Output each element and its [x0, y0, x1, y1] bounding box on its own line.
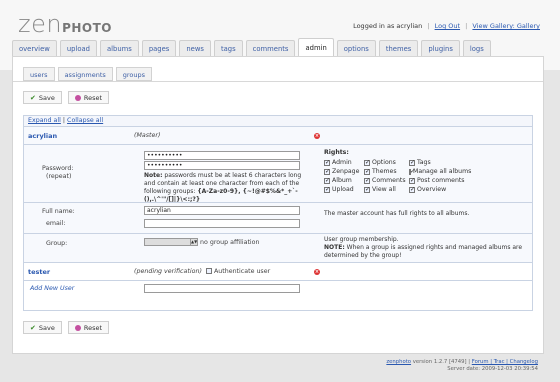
new-user-input[interactable]: [144, 284, 300, 293]
email-input[interactable]: [144, 219, 300, 228]
right-upload[interactable]: Upload: [324, 186, 364, 193]
tab-comments[interactable]: comments: [245, 40, 296, 56]
checkbox[interactable]: [324, 186, 330, 193]
password-input[interactable]: ••••••••••: [144, 151, 300, 160]
checkbox[interactable]: [364, 177, 370, 184]
reset-button-top[interactable]: Reset: [67, 91, 110, 104]
footer-links[interactable]: Forum | Trac | Changelog: [472, 359, 538, 365]
sub-tabs: users assignments groups: [23, 67, 153, 81]
checkbox[interactable]: [409, 177, 415, 184]
user-name[interactable]: acrylian: [28, 132, 57, 140]
subtab-groups[interactable]: groups: [115, 67, 153, 81]
subtab-assignments[interactable]: assignments: [57, 67, 113, 81]
right-manage-albums[interactable]: Manage all albums: [409, 168, 471, 175]
checkbox[interactable]: [364, 159, 370, 166]
subtab-users[interactable]: users: [23, 67, 55, 81]
view-gallery-link[interactable]: View Gallery: Gallery: [472, 22, 540, 30]
expand-all-link[interactable]: Expand all: [28, 117, 61, 124]
user-row-acrylian: acrylian (Master) ×: [24, 126, 532, 144]
right-post-comments[interactable]: Post comments: [409, 177, 469, 184]
user-status: (pending verification) Authenticate user: [134, 268, 271, 275]
group-select[interactable]: ▲▼: [144, 238, 198, 246]
email-label: email:: [46, 220, 66, 227]
top-button-row: ✔ Save Reset: [23, 91, 110, 104]
checkbox[interactable]: [324, 177, 330, 184]
right-overview[interactable]: Overview: [409, 186, 469, 193]
user-row-tester: tester (pending verification) Authentica…: [24, 262, 532, 280]
delete-icon[interactable]: ×: [314, 269, 320, 275]
password-repeat-input[interactable]: ••••••••••: [144, 161, 300, 170]
right-view-all[interactable]: View all: [364, 186, 409, 193]
password-label: Password:: [42, 165, 74, 172]
reset-button-bottom[interactable]: Reset: [67, 321, 110, 334]
add-new-user-label: Add New User: [30, 285, 75, 292]
right-options[interactable]: Options: [364, 159, 409, 166]
tab-upload[interactable]: upload: [59, 40, 97, 56]
right-admin[interactable]: Admin: [324, 159, 364, 166]
logout-link[interactable]: Log Out: [435, 22, 460, 30]
right-zenpage[interactable]: Zenpage: [324, 168, 364, 175]
checkbox[interactable]: [364, 168, 370, 175]
bottom-button-row: ✔ Save Reset: [23, 321, 110, 334]
collapse-all-link[interactable]: Collapse all: [67, 117, 103, 124]
admin-panel: users assignments groups ✔ Save Reset Exp…: [12, 56, 544, 354]
tab-tags[interactable]: tags: [213, 40, 243, 56]
rights-block: Rights: Admin Options Tags Zenpage Theme…: [324, 149, 524, 199]
divider: [13, 81, 543, 82]
right-tags[interactable]: Tags: [409, 159, 469, 166]
right-album[interactable]: Album: [324, 177, 364, 184]
user-name[interactable]: tester: [28, 268, 50, 276]
user-links: Logged in as acrylian | Log Out | View G…: [353, 22, 540, 30]
zenphoto-logo: zenPHOTO: [18, 10, 113, 38]
logged-in-text: Logged in as acrylian: [353, 22, 423, 30]
right-comments[interactable]: Comments: [364, 177, 409, 184]
tab-news[interactable]: news: [179, 40, 211, 56]
checkbox[interactable]: [324, 168, 330, 175]
tab-pages[interactable]: pages: [141, 40, 177, 56]
checkbox[interactable]: [409, 168, 415, 175]
user-details-acrylian: Password: (repeat) •••••••••• ••••••••••…: [24, 144, 532, 262]
tab-logs[interactable]: logs: [462, 40, 491, 56]
master-note: The master account has full rights to al…: [324, 210, 470, 217]
user-status: (Master): [134, 132, 161, 139]
password-note: Note: passwords must be at least 6 chara…: [144, 172, 302, 203]
group-text: no group affiliation: [200, 239, 260, 246]
footer: zenphoto version 1.2.7 [4749] | Forum | …: [386, 359, 538, 372]
tab-albums[interactable]: albums: [99, 40, 139, 56]
membership-note: User group membership. NOTE: When a group…: [324, 236, 523, 259]
check-icon: ✔: [30, 93, 36, 102]
delete-icon[interactable]: ×: [314, 133, 320, 139]
check-icon: ✔: [30, 323, 36, 332]
tab-themes[interactable]: themes: [378, 40, 419, 56]
authenticate-checkbox[interactable]: [205, 268, 212, 274]
tab-plugins[interactable]: plugins: [421, 40, 460, 56]
main-tabs: overview upload albums pages news tags c…: [12, 38, 491, 56]
zenphoto-link[interactable]: zenphoto: [386, 359, 411, 365]
group-label: Group:: [46, 240, 68, 247]
chevron-down-icon: ▲▼: [190, 239, 198, 245]
checkbox[interactable]: [364, 186, 370, 193]
tab-overview[interactable]: overview: [12, 40, 57, 56]
expand-row: Expand all | Collapse all: [24, 116, 532, 126]
checkbox[interactable]: [409, 159, 415, 166]
save-button-top[interactable]: ✔ Save: [23, 91, 62, 104]
add-user-row: Add New User: [24, 280, 532, 296]
save-button-bottom[interactable]: ✔ Save: [23, 321, 62, 334]
reset-icon: [74, 94, 81, 101]
fullname-label: Full name:: [42, 208, 75, 215]
server-date: Server date: 2009-12-03 20:39:54: [447, 366, 538, 372]
repeat-label: (repeat): [46, 173, 72, 180]
fullname-input[interactable]: acrylian: [144, 206, 300, 215]
tab-options[interactable]: options: [336, 40, 376, 56]
checkbox[interactable]: [324, 159, 330, 166]
reset-icon: [74, 324, 81, 331]
users-table: Expand all | Collapse all acrylian (Mast…: [23, 115, 533, 311]
right-themes[interactable]: Themes: [364, 168, 409, 175]
checkbox[interactable]: [409, 186, 415, 193]
tab-admin[interactable]: admin: [298, 38, 334, 56]
